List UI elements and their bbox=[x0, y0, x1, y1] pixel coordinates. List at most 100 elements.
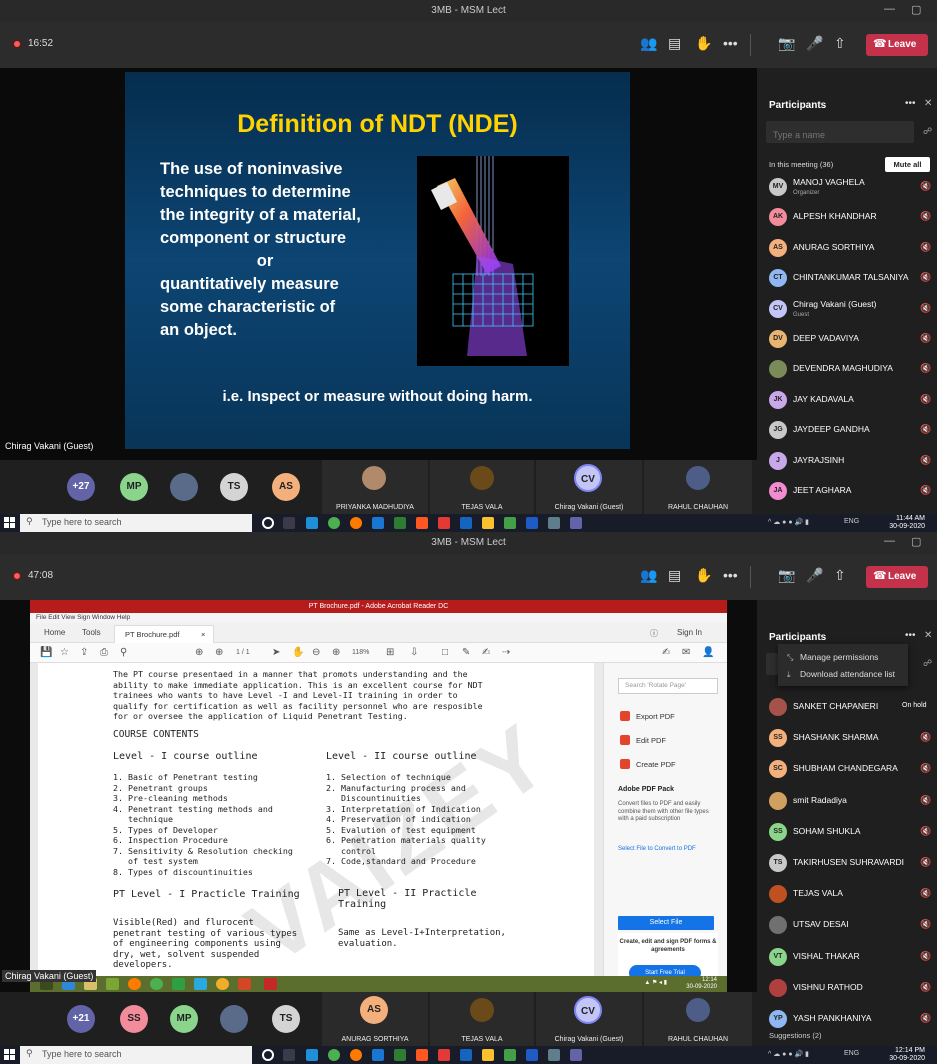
excel-icon[interactable] bbox=[504, 517, 516, 529]
mic-off-icon[interactable]: 🎤 bbox=[806, 567, 823, 584]
share-icon[interactable]: ⇢ bbox=[502, 647, 510, 658]
participant-row[interactable]: JK JAY KADAVALA 🔇 bbox=[757, 385, 937, 415]
search-icon[interactable]: ⚲ bbox=[120, 647, 127, 658]
chrome-icon[interactable] bbox=[150, 978, 163, 990]
app-icon[interactable] bbox=[548, 517, 560, 529]
participant-row[interactable]: CV Chirag Vakani (Guest) Guest 🔇 bbox=[757, 294, 937, 324]
participant-row[interactable]: VT VISHAL THAKAR 🔇 bbox=[757, 942, 937, 972]
app-icon[interactable] bbox=[106, 978, 119, 990]
avatar[interactable]: AS bbox=[272, 473, 300, 501]
edge-icon[interactable] bbox=[306, 517, 318, 529]
comment-icon[interactable]: □ bbox=[442, 647, 448, 658]
zoom-level[interactable]: 118% bbox=[352, 649, 369, 656]
close-icon[interactable]: ✕ bbox=[924, 630, 932, 641]
sticky-notes-icon[interactable] bbox=[482, 517, 494, 529]
avatar[interactable]: TS bbox=[272, 1005, 300, 1033]
task-view-icon[interactable] bbox=[283, 1049, 295, 1061]
leave-button[interactable]: ☎ Leave bbox=[866, 34, 928, 56]
participant-row[interactable]: JA JEET AGHARA 🔇 bbox=[757, 476, 937, 506]
share-invite-icon[interactable]: ☍ bbox=[923, 126, 932, 137]
video-tile[interactable]: TEJAS VALA bbox=[430, 992, 534, 1046]
participant-row[interactable]: SS SHASHANK SHARMA 🔇 bbox=[757, 723, 937, 753]
sign-icon[interactable]: ✍ bbox=[482, 647, 490, 658]
avatar[interactable]: TS bbox=[220, 473, 248, 501]
word-icon[interactable] bbox=[526, 1049, 538, 1061]
more-options-icon[interactable]: ••• bbox=[905, 98, 916, 109]
close-icon[interactable]: ✕ bbox=[924, 98, 932, 109]
share-invite-icon[interactable]: ☍ bbox=[923, 658, 932, 669]
participant-row[interactable]: SC SHUBHAM CHANDEGARA 🔇 bbox=[757, 754, 937, 784]
fill-sign-icon[interactable]: ✍ bbox=[662, 647, 670, 658]
create-pdf-item[interactable]: Create PDF bbox=[636, 760, 676, 769]
language-indicator[interactable]: ENG bbox=[844, 1050, 859, 1057]
download-attendance-item[interactable]: Download attendance list bbox=[800, 669, 895, 679]
leave-button[interactable]: ☎ Leave bbox=[866, 566, 928, 588]
tab-document[interactable]: PT Brochure.pdf × bbox=[114, 625, 214, 643]
page-down-icon[interactable]: ⊕ bbox=[215, 647, 223, 658]
select-cursor-icon[interactable]: ➤ bbox=[272, 647, 280, 658]
sign-in-link[interactable]: Sign In bbox=[677, 628, 702, 637]
firefox-icon[interactable] bbox=[350, 1049, 362, 1061]
tab-home[interactable]: Home bbox=[44, 628, 65, 637]
fit-page-icon[interactable]: ⊞ bbox=[386, 647, 394, 658]
pen-icon[interactable]: ✎ bbox=[462, 647, 470, 658]
app-icon[interactable] bbox=[416, 1049, 428, 1061]
close-icon[interactable]: × bbox=[201, 630, 205, 639]
avatar-photo[interactable] bbox=[170, 473, 198, 501]
app-icon[interactable] bbox=[548, 1049, 560, 1061]
video-tile[interactable]: TEJAS VALA bbox=[430, 460, 534, 514]
camera-off-icon[interactable]: 📷 bbox=[778, 567, 795, 584]
windows-start-icon[interactable] bbox=[4, 517, 15, 528]
participants-icon[interactable]: 👥 bbox=[640, 35, 657, 52]
participant-row[interactable]: TEJAS VALA 🔇 bbox=[757, 879, 937, 909]
page-up-icon[interactable]: ⊕ bbox=[195, 647, 203, 658]
telegram-icon[interactable] bbox=[194, 978, 207, 990]
store-icon[interactable] bbox=[372, 517, 384, 529]
suggestions-section[interactable]: Suggestions (2) bbox=[769, 1031, 822, 1040]
avatar[interactable]: SS bbox=[120, 1005, 148, 1033]
share-screen-icon[interactable]: ⇧ bbox=[834, 35, 846, 52]
add-user-icon[interactable]: 👤 bbox=[702, 647, 714, 658]
bookmark-icon[interactable]: ☆ bbox=[60, 647, 69, 658]
taskbar-clock[interactable]: 12:14 PM 30-09-2020 bbox=[889, 1047, 925, 1063]
avatar[interactable]: MP bbox=[170, 1005, 198, 1033]
zoom-in-icon[interactable]: ⊕ bbox=[332, 647, 340, 658]
save-icon[interactable]: 💾 bbox=[40, 647, 52, 658]
powerpoint-icon[interactable] bbox=[238, 978, 251, 990]
participant-row[interactable]: CT CHINTANKUMAR TALSANIYA 🔇 bbox=[757, 263, 937, 293]
print-icon[interactable]: ⎙ bbox=[100, 647, 108, 658]
cortana-icon[interactable] bbox=[262, 517, 274, 529]
mic-off-icon[interactable]: 🎤 bbox=[806, 35, 823, 52]
firefox-icon[interactable] bbox=[128, 978, 141, 990]
video-tile[interactable]: AS ANURAG SORTHIYA bbox=[322, 992, 428, 1046]
app-icon[interactable] bbox=[172, 978, 185, 990]
restore-icon[interactable]: ▢ bbox=[911, 535, 921, 548]
zoom-out-icon[interactable]: ⊖ bbox=[312, 647, 320, 658]
video-tile-active[interactable]: CV Chirag Vakani (Guest) bbox=[536, 992, 642, 1046]
acrobat-icon[interactable] bbox=[264, 978, 277, 990]
participant-search-input[interactable] bbox=[766, 121, 914, 143]
participant-row[interactable]: VISHNU RATHOD 🔇 bbox=[757, 973, 937, 1003]
more-actions-icon[interactable]: ••• bbox=[723, 567, 738, 583]
minimize-icon[interactable]: — bbox=[884, 3, 895, 15]
excel-icon[interactable] bbox=[504, 1049, 516, 1061]
more-options-icon[interactable]: ••• bbox=[905, 630, 916, 641]
chrome-icon[interactable] bbox=[328, 1049, 340, 1061]
scroll-mode-icon[interactable]: ⇩ bbox=[410, 647, 418, 658]
app-icon[interactable] bbox=[216, 978, 229, 990]
app-icon[interactable] bbox=[416, 517, 428, 529]
more-actions-icon[interactable]: ••• bbox=[723, 35, 738, 51]
participant-row[interactable]: DV DEEP VADAVIYA 🔇 bbox=[757, 324, 937, 354]
restore-icon[interactable]: ▢ bbox=[911, 3, 921, 16]
video-tile[interactable]: RAHUL CHAUHAN bbox=[644, 992, 752, 1046]
raise-hand-icon[interactable]: ✋ bbox=[695, 35, 712, 52]
windows-start-icon[interactable] bbox=[4, 1049, 15, 1060]
taskbar-clock[interactable]: 11:44 AM 30-09-2020 bbox=[889, 515, 925, 531]
tab-tools[interactable]: Tools bbox=[82, 628, 101, 637]
manage-permissions-item[interactable]: Manage permissions bbox=[800, 652, 878, 662]
upload-icon[interactable]: ⇪ bbox=[80, 647, 88, 658]
language-indicator[interactable]: ENG bbox=[844, 518, 859, 525]
participants-icon[interactable]: 👥 bbox=[640, 567, 657, 584]
participant-row[interactable]: J JAYRAJSINH 🔇 bbox=[757, 446, 937, 476]
chat-icon[interactable]: ▤ bbox=[668, 35, 681, 52]
